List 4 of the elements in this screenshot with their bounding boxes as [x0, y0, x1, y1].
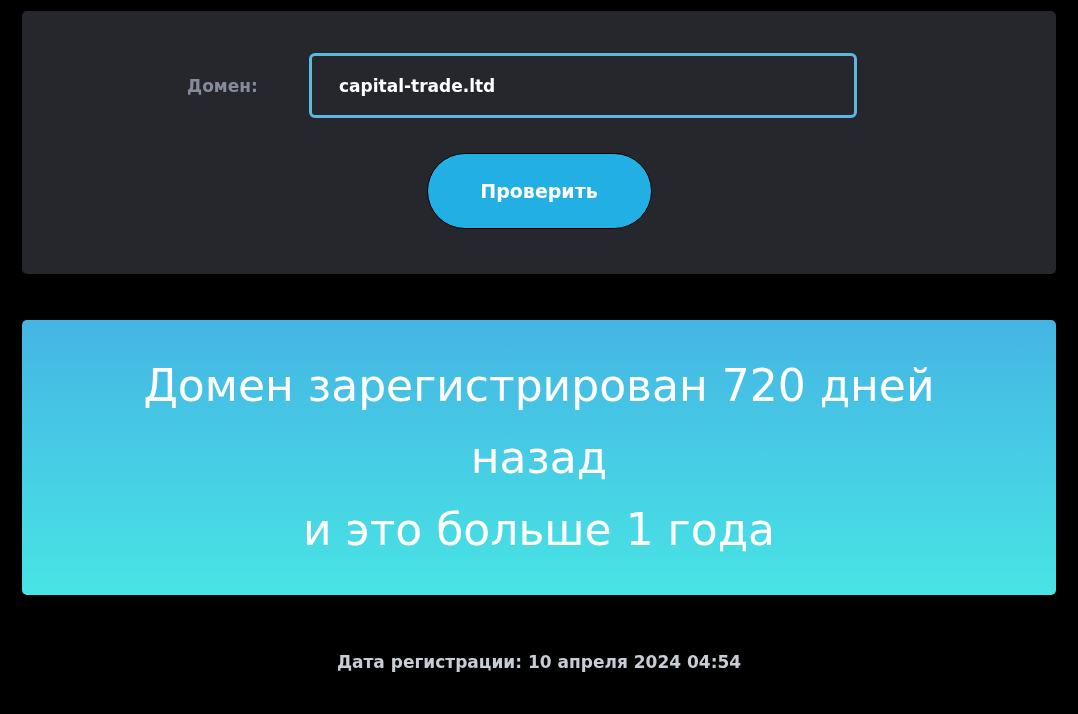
registration-date: Дата регистрации: 10 апреля 2024 04:54 — [336, 652, 742, 672]
domain-input-field[interactable]: capital-trade.ltd — [309, 53, 857, 118]
domain-label: Домен: — [187, 75, 259, 96]
result-message: Домен зарегистрирован 720 дней назад и это больше 1 года — [142, 358, 936, 557]
